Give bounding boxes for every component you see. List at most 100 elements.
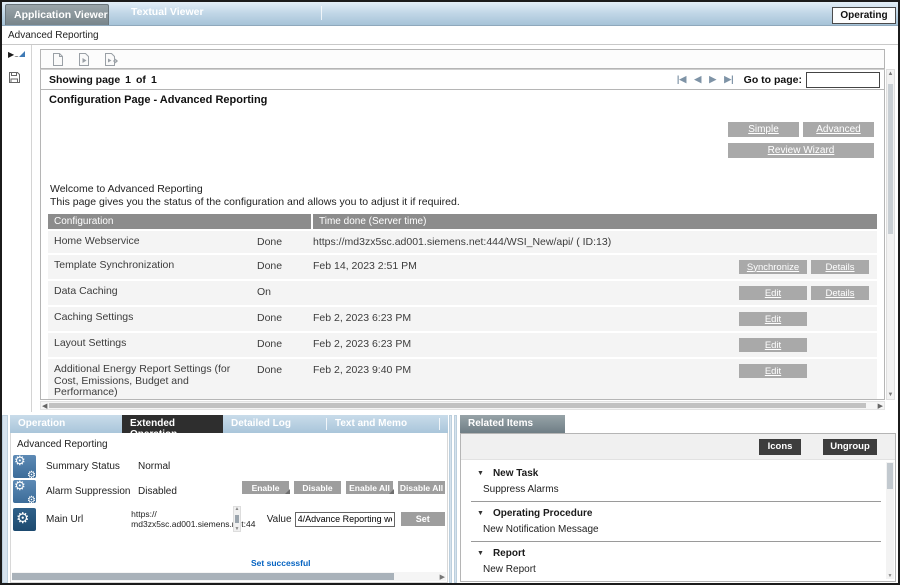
url-value-input[interactable]: [295, 512, 395, 527]
url-scrollbar[interactable]: ▲▼: [233, 506, 241, 532]
scroll-right-arrow-icon[interactable]: ▶: [878, 402, 883, 410]
column-header-configuration: Configuration: [48, 214, 311, 229]
report-toolbar: [40, 49, 885, 69]
simple-button[interactable]: Simple: [728, 122, 799, 137]
collapse-triangle-icon[interactable]: ▼: [477, 470, 484, 477]
tab-extended-operation[interactable]: Extended Operation: [122, 415, 223, 433]
edit-button[interactable]: Edit: [739, 364, 807, 378]
save-icon[interactable]: [8, 71, 21, 89]
tab-related-items[interactable]: Related Items: [460, 415, 565, 433]
panel-splitter[interactable]: [449, 415, 459, 583]
related-items-list: ▼ New TaskSuppress Alarms ▼ Operating Proce…: [461, 460, 895, 582]
disable-all-button[interactable]: Disable All: [398, 481, 445, 494]
row-actions: Edit: [739, 338, 877, 352]
details-button[interactable]: Details: [811, 260, 869, 274]
report-horizontal-scrollbar[interactable]: ◀ ▶: [40, 401, 885, 410]
goto-page-label: Go to page:: [744, 74, 802, 86]
row-actions: [739, 236, 877, 248]
related-group-title: New Task: [493, 468, 538, 479]
details-button[interactable]: Details: [811, 286, 869, 300]
tab-operation[interactable]: Operation: [10, 415, 122, 433]
icons-button[interactable]: Icons: [759, 439, 801, 455]
edit-button[interactable]: Edit: [739, 338, 807, 352]
config-status: Done: [247, 364, 313, 399]
alarm-suppression-value: Disabled: [138, 486, 177, 497]
review-wizard-button[interactable]: Review Wizard: [728, 143, 874, 158]
run-report-icon[interactable]: ▶...: [8, 50, 25, 59]
config-status: Done: [247, 260, 313, 274]
disable-button[interactable]: Disable: [294, 481, 341, 494]
vertical-scroll-thumb[interactable]: [887, 463, 893, 489]
first-page-button[interactable]: |◀: [675, 74, 688, 85]
previous-page-button[interactable]: ◀: [692, 74, 703, 85]
operation-horizontal-scrollbar[interactable]: ▶: [12, 572, 446, 581]
scroll-down-arrow-icon[interactable]: ▼: [886, 573, 894, 579]
of-label: of: [136, 74, 146, 86]
edit-button[interactable]: Edit: [739, 286, 807, 300]
tab-text-and-memo[interactable]: Text and Memo: [327, 415, 439, 433]
related-item[interactable]: New Notification Message: [477, 520, 881, 538]
config-table-row: Layout SettingsDoneFeb 2, 2023 6:23 PMEd…: [48, 333, 877, 357]
table-header: Configuration Time done (Server time): [48, 214, 877, 229]
config-time: [313, 286, 739, 300]
synchronize-button[interactable]: Synchronize: [739, 260, 807, 274]
report-viewer-area: ▶... Showing page: [2, 45, 898, 412]
config-status: Done: [247, 236, 313, 248]
total-pages: 1: [151, 74, 157, 86]
url-line-2: md3zx5sc.ad001.siemens.net:44: [131, 519, 231, 530]
operation-object-title: Advanced Reporting: [11, 433, 447, 454]
tab-detailed-log[interactable]: Detailed Log: [223, 415, 326, 433]
vertical-scroll-thumb[interactable]: [888, 84, 893, 234]
operation-tab-bar: Operation Extended Operation Detailed Lo…: [10, 415, 448, 433]
operating-button[interactable]: Operating: [832, 7, 896, 24]
advanced-button[interactable]: Advanced: [803, 122, 874, 137]
next-page-button[interactable]: ▶: [707, 74, 718, 85]
tab-application-viewer[interactable]: Application Viewer: [5, 4, 109, 25]
collapse-triangle-icon[interactable]: ▼: [477, 510, 484, 517]
related-item[interactable]: New Report: [477, 560, 881, 578]
related-group-header[interactable]: ▼ New Task: [477, 466, 881, 480]
related-group-header[interactable]: ▼ Operating Procedure: [477, 506, 881, 520]
top-tab-bar: Application Viewer Textual Viewer Operat…: [2, 2, 898, 26]
bottom-area: Operation Extended Operation Detailed Lo…: [2, 415, 898, 585]
related-vertical-scrollbar[interactable]: ▼: [886, 462, 894, 579]
tab-textual-viewer[interactable]: Textual Viewer: [123, 2, 243, 25]
related-item[interactable]: Suppress Alarms: [477, 480, 881, 498]
gear-icon: ⚙: [13, 508, 36, 531]
scroll-down-arrow-icon[interactable]: ▼: [887, 392, 894, 398]
collapse-triangle-icon[interactable]: ▼: [477, 550, 484, 557]
showing-page-label: Showing page: [49, 74, 120, 86]
row-actions: Synchronize Details: [739, 260, 877, 274]
left-splitter-bar[interactable]: [2, 415, 8, 583]
scroll-left-arrow-icon[interactable]: ◀: [42, 402, 47, 410]
value-label: Value: [267, 514, 292, 525]
page-title: Configuration Page - Advanced Reporting: [41, 90, 884, 109]
related-group-title: Report: [493, 548, 525, 559]
horizontal-scroll-thumb[interactable]: [12, 573, 394, 580]
scroll-up-arrow-icon[interactable]: ▲: [887, 71, 894, 77]
report-panel: Showing page 1 of 1 |◀ ◀ ▶ ▶| Go to page…: [40, 49, 895, 410]
set-button[interactable]: Set: [401, 512, 445, 526]
row-actions: Edit: [739, 364, 877, 399]
scroll-right-arrow-icon[interactable]: ▶: [440, 573, 445, 581]
run-and-export-icon[interactable]: [103, 52, 117, 67]
last-page-button[interactable]: ▶|: [722, 74, 735, 85]
edit-button[interactable]: Edit: [739, 312, 807, 326]
horizontal-scroll-thumb[interactable]: [49, 403, 866, 408]
report-vertical-scrollbar[interactable]: ▲ ▼: [886, 69, 895, 400]
column-header-time-done: Time done (Server time): [313, 214, 877, 229]
ungroup-button[interactable]: Ungroup: [823, 439, 877, 455]
current-page: 1: [125, 74, 131, 86]
enable-all-button[interactable]: Enable All: [346, 481, 393, 494]
tab-separator: [439, 418, 440, 430]
pager-bar: Showing page 1 of 1 |◀ ◀ ▶ ▶| Go to page…: [40, 69, 885, 90]
config-time: Feb 2, 2023 9:40 PM: [313, 364, 739, 399]
related-group-header[interactable]: ▼ Report: [477, 546, 881, 560]
enable-button[interactable]: Enable: [242, 481, 289, 494]
related-group-title: Operating Procedure: [493, 508, 592, 519]
run-report-icon[interactable]: [77, 52, 91, 67]
resize-corner-icon: [19, 51, 25, 57]
export-report-icon[interactable]: [51, 52, 65, 67]
goto-page-input[interactable]: [806, 72, 880, 88]
main-url-row: ⚙ Main Url https:// md3zx5sc.ad001.sieme…: [11, 504, 447, 534]
